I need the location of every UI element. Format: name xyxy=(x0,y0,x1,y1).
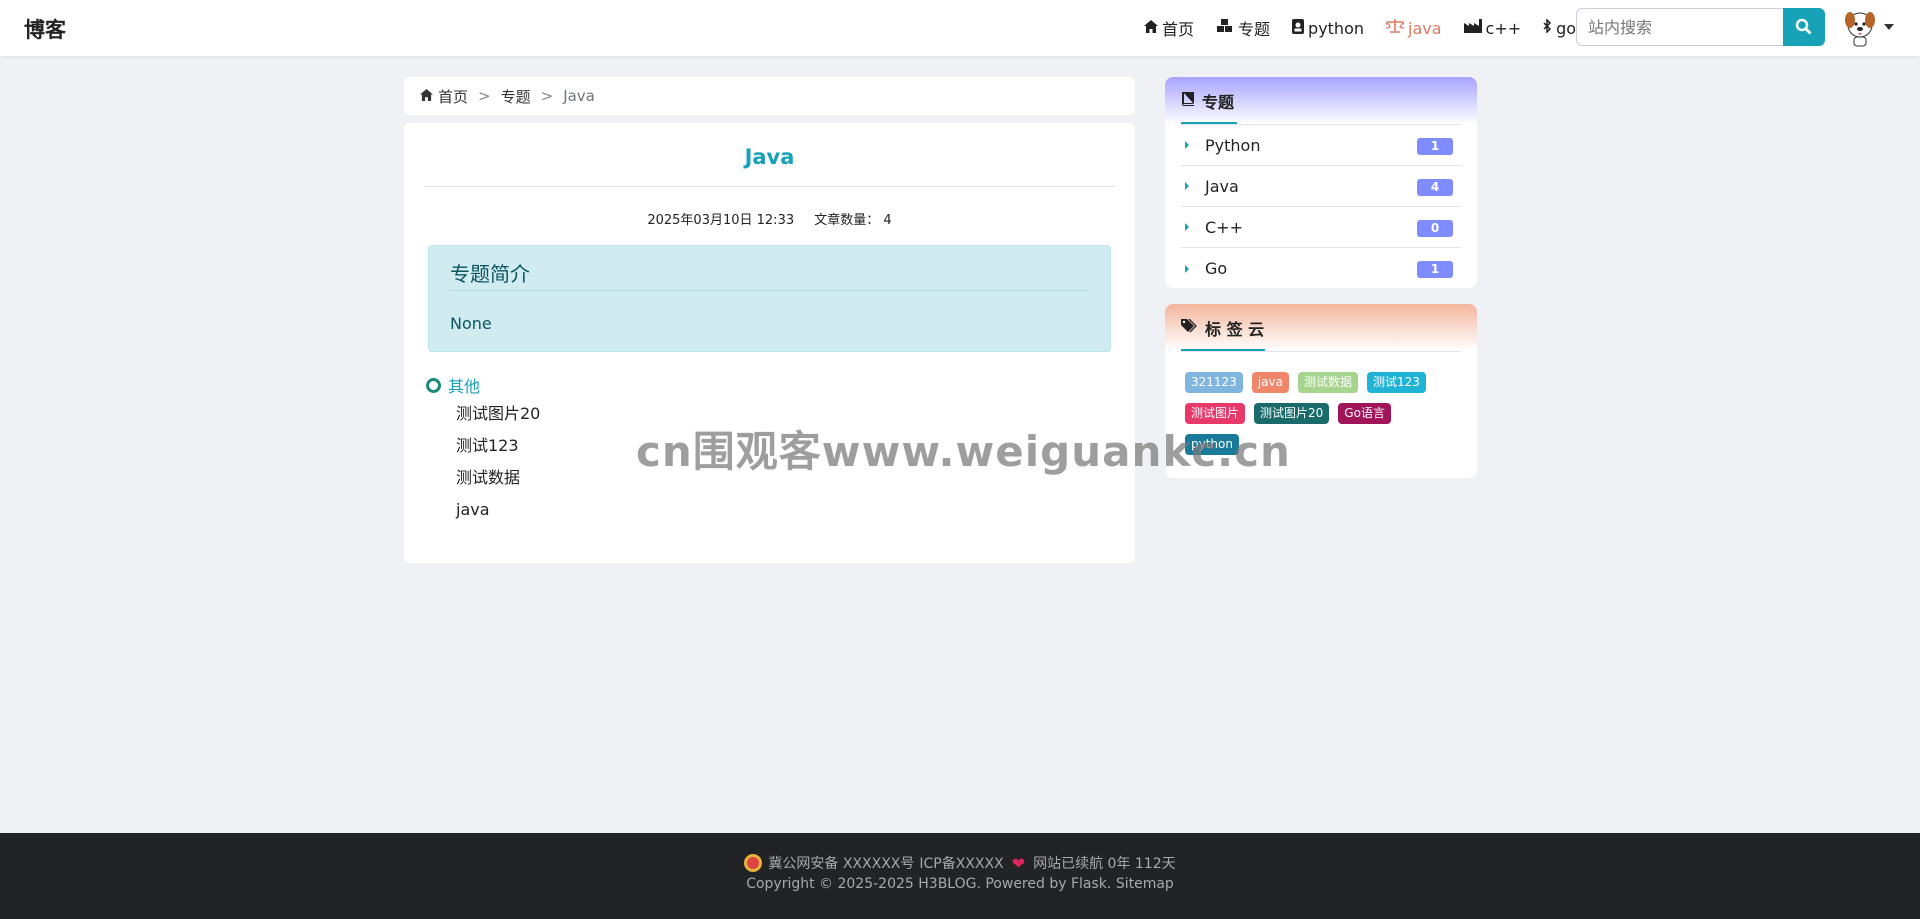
breadcrumb: 首页 > 专题 > Java xyxy=(404,77,1135,115)
user-menu[interactable] xyxy=(1842,8,1898,48)
topics-widget-title: 专题 xyxy=(1202,92,1235,112)
caret-right-icon xyxy=(1185,141,1189,149)
title-underline xyxy=(1181,122,1237,124)
tag-chip[interactable]: 321123 xyxy=(1185,372,1243,393)
heart-icon: ❤ xyxy=(1011,853,1026,873)
tag-chip[interactable]: Go语言 xyxy=(1338,403,1391,424)
home-icon xyxy=(1144,19,1158,37)
divider xyxy=(424,186,1115,187)
topic-name: Python xyxy=(1205,135,1261,155)
cubes-icon xyxy=(1216,19,1234,37)
chevron-down-icon xyxy=(1884,24,1894,30)
topic-date: 2025年03月10日 12:33 xyxy=(647,213,795,228)
article-link[interactable]: 测试图片20 xyxy=(456,403,540,435)
group-label: 其他 xyxy=(448,377,481,396)
nav-links: 首页 专题 python java c++ go xyxy=(1144,16,1598,40)
nav-link-cpp[interactable]: c++ xyxy=(1463,19,1521,38)
home-icon xyxy=(420,87,433,105)
topic-item-cpp[interactable]: C++ 0 xyxy=(1181,207,1461,248)
footer-copyright: Copyright © 2025-2025 H3BLOG. Powered by… xyxy=(0,876,1920,892)
article-list: 测试图片20 测试123 测试数据 java xyxy=(456,403,540,531)
topic-intro-box: 专题简介 None xyxy=(428,245,1111,352)
nav-link-python[interactable]: python xyxy=(1292,18,1364,38)
topics-widget: 专题 Python 1 Java 4 C++ 0 Go 1 xyxy=(1165,77,1477,288)
flask-link[interactable]: Flask xyxy=(1071,876,1107,892)
nav-link-home[interactable]: 首页 xyxy=(1144,16,1194,40)
caret-right-icon xyxy=(1185,223,1189,231)
beian-link[interactable]: 冀公网安备 XXXXXX号 xyxy=(768,853,914,873)
search-button[interactable] xyxy=(1783,8,1825,46)
title-underline xyxy=(1181,349,1265,351)
police-badge-icon xyxy=(744,854,763,872)
industry-icon xyxy=(1463,19,1482,37)
nav-link-java[interactable]: java xyxy=(1384,19,1442,38)
caret-right-icon xyxy=(1185,264,1189,273)
nav-link-go[interactable]: go xyxy=(1543,18,1576,38)
book-icon xyxy=(1181,91,1194,110)
tag-chip[interactable]: 测试图片20 xyxy=(1254,403,1330,424)
topic-name: Java xyxy=(1205,176,1239,196)
runtime-text: 网站已续航 0年 112天 xyxy=(1033,856,1176,872)
period: . xyxy=(1106,876,1116,892)
topic-card: Java 2025年03月10日 12:33 文章数量： 4 专题简介 None… xyxy=(404,123,1135,563)
copyright-text: Copyright © 2025-2025 H3BLOG. Powered by xyxy=(746,876,1067,892)
nav-link-topics[interactable]: 专题 xyxy=(1216,16,1270,40)
footer: 冀公网安备 XXXXXX号 ICP备XXXXX ❤ 网站已续航 0年 112天 … xyxy=(0,833,1920,919)
divider xyxy=(450,290,1089,291)
intro-heading: 专题简介 xyxy=(450,262,530,286)
brand-logo[interactable]: 博客 xyxy=(24,14,66,44)
breadcrumb-topics[interactable]: 专题 xyxy=(501,86,531,107)
footer-info: 冀公网安备 XXXXXX号 ICP备XXXXX ❤ 网站已续航 0年 112天 xyxy=(0,853,1920,873)
tag-chip[interactable]: python xyxy=(1185,434,1239,455)
avatar xyxy=(1845,12,1875,47)
topic-item-go[interactable]: Go 1 xyxy=(1181,248,1461,288)
topic-name: Go xyxy=(1205,259,1228,278)
tag-cloud-title: 标 签 云 xyxy=(1205,319,1265,339)
intro-text: None xyxy=(450,314,492,333)
breadcrumb-separator: > xyxy=(540,87,554,105)
tag-list: 321123 java 测试数据 测试123 测试图片 测试图片20 Go语言 … xyxy=(1165,352,1477,475)
caret-right-icon xyxy=(1185,182,1189,190)
topic-item-python[interactable]: Python 1 xyxy=(1181,125,1461,166)
address-card-icon xyxy=(1292,18,1305,38)
search-input[interactable] xyxy=(1576,8,1784,46)
bluetooth-icon xyxy=(1543,18,1552,37)
breadcrumb-home[interactable]: 首页 xyxy=(438,86,468,107)
circle-icon xyxy=(426,377,441,393)
article-count: 文章数量： 4 xyxy=(814,213,892,228)
tag-cloud-widget: 标 签 云 321123 java 测试数据 测试123 测试图片 测试图片20… xyxy=(1165,304,1477,478)
topic-name: C++ xyxy=(1205,217,1243,237)
tag-chip[interactable]: 测试123 xyxy=(1366,372,1426,393)
search-icon xyxy=(1795,18,1812,35)
count-badge: 1 xyxy=(1417,261,1453,278)
navbar: 博客 首页 专题 python java c++ go 站内搜索 xyxy=(0,0,1920,56)
count-badge: 1 xyxy=(1417,138,1453,155)
article-link[interactable]: 测试数据 xyxy=(456,467,540,499)
page-title: Java xyxy=(744,145,795,169)
sitemap-link[interactable]: Sitemap xyxy=(1116,876,1174,892)
tags-icon xyxy=(1181,318,1197,337)
tag-chip[interactable]: 测试数据 xyxy=(1297,372,1358,393)
balance-scale-icon xyxy=(1384,19,1406,37)
count-badge: 0 xyxy=(1417,220,1453,237)
breadcrumb-separator: > xyxy=(478,87,491,105)
count-badge: 4 xyxy=(1417,179,1453,196)
tag-chip[interactable]: 测试图片 xyxy=(1185,403,1246,424)
topic-meta: 2025年03月10日 12:33 文章数量： 4 xyxy=(404,209,1135,228)
topic-item-java[interactable]: Java 4 xyxy=(1181,166,1461,207)
tag-chip[interactable]: java xyxy=(1251,372,1289,393)
article-link[interactable]: 测试123 xyxy=(456,435,540,467)
article-group-other[interactable]: 其他 xyxy=(426,373,480,397)
tag-cloud-header: 标 签 云 xyxy=(1165,304,1477,351)
article-link[interactable]: java xyxy=(456,499,540,531)
icp-link[interactable]: ICP备XXXXX xyxy=(919,853,1003,873)
topics-widget-header: 专题 xyxy=(1165,77,1477,124)
breadcrumb-current: Java xyxy=(563,87,595,105)
